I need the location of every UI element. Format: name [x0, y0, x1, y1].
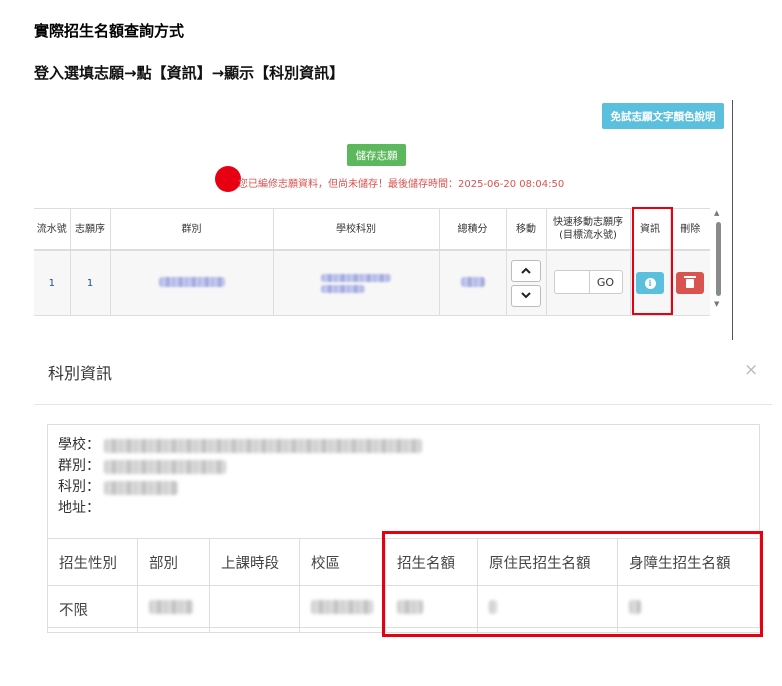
move-down-button[interactable]	[511, 284, 541, 307]
close-icon[interactable]: ×	[744, 360, 758, 380]
move-up-button[interactable]	[511, 259, 541, 282]
header-move: 移動	[505, 208, 546, 251]
volunteer-table-wrapper: 流水號 志願序 群別 學校科別 總積分 移動 快速移動志願序 (目標流水號) 資…	[34, 208, 710, 316]
department-info: 學校： 群別： 科別： 地址：	[58, 435, 422, 519]
chevron-down-icon	[521, 292, 531, 299]
panel-divider	[732, 100, 733, 340]
volunteer-table: 流水號 志願序 群別 學校科別 總積分 移動 快速移動志願序 (目標流水號) 資…	[34, 208, 710, 316]
header-score: 總積分	[438, 208, 506, 251]
cell-division	[137, 585, 210, 633]
school-label: 學校：	[58, 437, 100, 453]
target-serial-input[interactable]	[555, 271, 590, 293]
redacted-department	[104, 480, 178, 495]
header-division: 部別	[137, 538, 210, 586]
cell-school-dept	[272, 250, 439, 316]
header-school-dept: 學校科別	[272, 208, 439, 251]
save-volunteer-button[interactable]: 儲存志願	[347, 144, 406, 166]
redacted-group-value	[104, 459, 226, 474]
unsaved-warning: 您已編修志願資料，但尚未儲存！最後儲存時間：2025-06-20 08:04:5…	[238, 179, 565, 190]
group-label: 群別：	[58, 458, 100, 474]
school-line: 學校：	[58, 435, 422, 456]
instruction-subtitle: 登入選填志願→點【資訊】→顯示【科別資訊】	[34, 64, 345, 82]
redacted-group	[158, 276, 225, 287]
modal-title: 科別資訊	[48, 364, 113, 383]
delete-button[interactable]	[676, 272, 705, 294]
department-line: 科別：	[58, 477, 422, 498]
quick-move-group: GO	[553, 270, 623, 294]
cell-gender: 不限	[47, 585, 138, 633]
table-row: 1 1 GO i	[34, 250, 710, 316]
scrollbar-thumb[interactable]	[716, 222, 721, 296]
scroll-down-arrow[interactable]: ▼	[714, 300, 719, 308]
redacted-school-dept	[321, 273, 391, 293]
cell-serial: 1	[34, 250, 70, 316]
group-line: 群別：	[58, 456, 422, 477]
department-label: 科別：	[58, 479, 100, 495]
trash-icon	[684, 275, 697, 288]
redacted-school	[104, 438, 422, 453]
header-campus: 校區	[299, 538, 386, 586]
cell-order: 1	[69, 250, 110, 316]
redacted-score	[460, 276, 485, 287]
chevron-up-icon	[521, 267, 531, 274]
table-header-row: 流水號 志願序 群別 學校科別 總積分 移動 快速移動志願序 (目標流水號) 資…	[34, 208, 710, 251]
move-buttons	[511, 259, 541, 307]
redacted-campus	[311, 600, 373, 614]
color-legend-button[interactable]: 免試志願文字顏色說明	[602, 103, 724, 129]
header-delete: 刪除	[669, 208, 710, 251]
cell-delete	[669, 250, 710, 316]
header-group: 群別	[109, 208, 273, 251]
info-column-highlight	[632, 207, 673, 315]
redacted-division	[149, 600, 193, 614]
header-order: 志願序	[69, 208, 110, 251]
quota-columns-highlight	[382, 531, 763, 637]
cell-move	[505, 250, 546, 316]
cell-quick-move: GO	[545, 250, 630, 316]
header-gender: 招生性別	[47, 538, 138, 586]
cell-class-time	[209, 585, 300, 633]
header-serial: 流水號	[34, 208, 70, 251]
page-title: 實際招生名額查詢方式	[34, 22, 185, 40]
cell-group	[109, 250, 273, 316]
modal-header-divider	[34, 404, 772, 405]
address-label: 地址：	[58, 500, 100, 516]
header-class-time: 上課時段	[209, 538, 300, 586]
cell-campus	[299, 585, 386, 633]
scroll-up-arrow[interactable]: ▲	[714, 209, 719, 217]
header-quick-move: 快速移動志願序 (目標流水號)	[545, 208, 630, 251]
cell-score	[438, 250, 506, 316]
go-button[interactable]: GO	[590, 271, 622, 293]
address-line: 地址：	[58, 498, 422, 519]
